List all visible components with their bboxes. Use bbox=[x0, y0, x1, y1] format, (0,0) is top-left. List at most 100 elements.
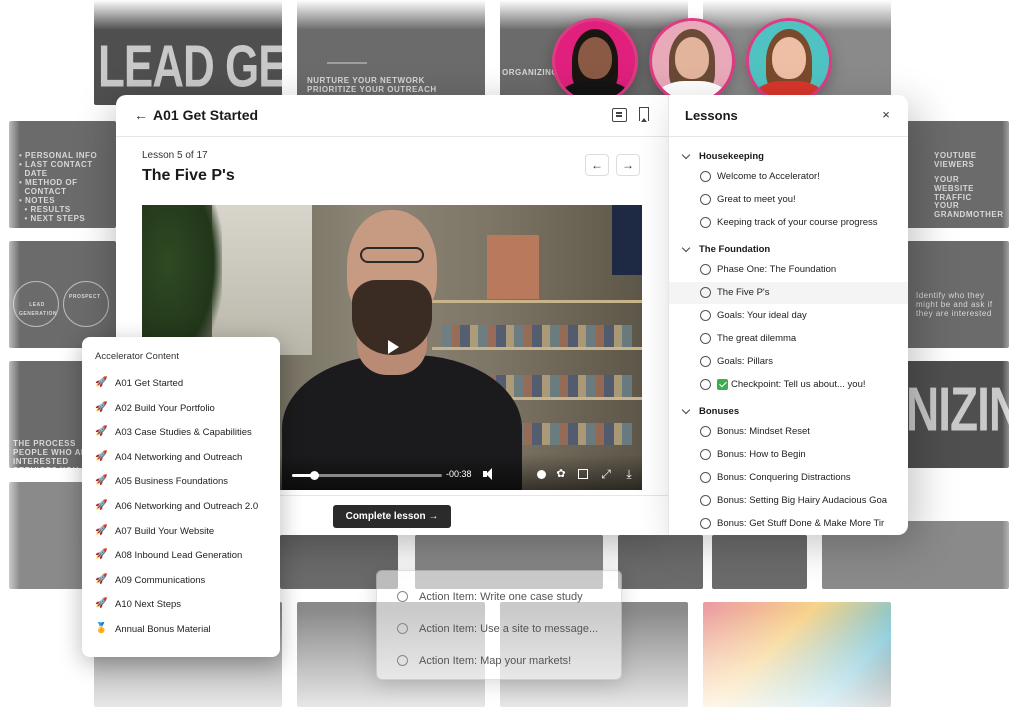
bg-nurture-text: PRIORITIZE YOUR OUTREACH bbox=[307, 85, 437, 94]
previous-lesson-button[interactable]: ← bbox=[585, 154, 609, 176]
lesson-item[interactable]: Bonus: Get Stuff Done & Make More Tir bbox=[669, 513, 908, 535]
bookmark-icon[interactable] bbox=[639, 107, 649, 122]
bg-circle-label: PROSPECT bbox=[69, 294, 101, 300]
time-remaining: -00:38 bbox=[446, 469, 472, 479]
lesson-label: Bonus: Mindset Reset bbox=[717, 426, 810, 437]
module-item[interactable]: 🚀 A07 Build Your Website bbox=[82, 520, 280, 544]
arrow-right-icon: → bbox=[428, 511, 439, 522]
module-item[interactable]: 🚀 A10 Next Steps bbox=[82, 593, 280, 617]
radio-circle-icon bbox=[700, 379, 711, 390]
lessons-header: Lessons × bbox=[669, 95, 908, 137]
lesson-item[interactable]: Phase One: The Foundation bbox=[669, 259, 908, 281]
module-item[interactable]: 🚀 A04 Networking and Outreach bbox=[82, 446, 280, 470]
module-label: A01 Get Started bbox=[115, 378, 184, 389]
module-label: A04 Networking and Outreach bbox=[115, 451, 243, 463]
progress-knob[interactable] bbox=[310, 471, 319, 480]
module-label: A09 Communications bbox=[115, 574, 206, 586]
lesson-item[interactable]: The great dilemma bbox=[669, 328, 908, 350]
action-item-label: Action Item: Use a site to message... bbox=[419, 623, 599, 635]
volume-icon[interactable] bbox=[482, 467, 496, 481]
lesson-label: Keeping track of your course progress bbox=[717, 217, 878, 228]
section-header[interactable]: Bonuses bbox=[669, 401, 908, 423]
lesson-item[interactable]: Great to meet you! bbox=[669, 189, 908, 211]
bg-viewers-text: YOUTUBE VIEWERS bbox=[934, 151, 977, 169]
lesson-item[interactable]: Goals: Pillars bbox=[669, 351, 908, 373]
action-item[interactable]: Action Item: Use a site to message... bbox=[397, 619, 617, 639]
lesson-title: The Five P's bbox=[142, 167, 235, 184]
module-item[interactable]: 🚀 A02 Build Your Portfolio bbox=[82, 397, 280, 421]
radio-circle-icon bbox=[700, 217, 711, 228]
bg-nurture-text: NURTURE YOUR NETWORK bbox=[307, 76, 425, 85]
module-label: A10 Next Steps bbox=[115, 599, 182, 611]
lesson-label: Bonus: Conquering Distractions bbox=[717, 472, 851, 483]
module-label: A05 Business Foundations bbox=[115, 476, 229, 488]
bg-tile: LEAD GENERATION PROSPECT bbox=[9, 241, 116, 348]
module-label: Annual Bonus Material bbox=[115, 624, 211, 635]
lesson-item[interactable]: The Five P's bbox=[669, 282, 908, 304]
radio-circle-icon bbox=[700, 264, 711, 275]
module-item[interactable]: 🚀 A09 Communications bbox=[82, 569, 280, 593]
bg-list: • PERSONAL INFO • LAST CONTACT DATE • ME… bbox=[19, 151, 98, 223]
module-item[interactable]: 🚀 A01 Get Started bbox=[82, 372, 280, 396]
radio-circle-icon bbox=[397, 591, 408, 602]
fullscreen-icon[interactable] bbox=[599, 467, 613, 481]
gear-icon[interactable] bbox=[554, 467, 568, 481]
action-item-label: Action Item: Map your markets! bbox=[419, 655, 572, 667]
download-icon[interactable] bbox=[622, 467, 636, 481]
lesson-label: Welcome to Accelerator! bbox=[717, 171, 820, 182]
play-icon[interactable] bbox=[388, 340, 399, 354]
module-label: A02 Build Your Portfolio bbox=[115, 402, 215, 414]
module-item[interactable]: 🚀 A05 Business Foundations bbox=[82, 470, 280, 494]
lesson-item[interactable]: Bonus: Conquering Distractions bbox=[669, 467, 908, 489]
action-item-label: Action Item: Write one case study bbox=[419, 591, 583, 603]
close-icon[interactable]: × bbox=[879, 108, 893, 122]
rocket-icon: 🚀 bbox=[95, 475, 108, 487]
section-header[interactable]: The Foundation bbox=[669, 239, 908, 261]
module-item[interactable]: 🚀 A08 Inbound Lead Generation bbox=[82, 544, 280, 568]
complete-lesson-button[interactable]: Complete lesson → bbox=[333, 505, 451, 528]
rocket-icon: 🚀 bbox=[95, 401, 108, 413]
section-label: The Foundation bbox=[699, 244, 771, 255]
lesson-item[interactable]: Bonus: Setting Big Hairy Audacious Goa bbox=[669, 490, 908, 512]
action-item[interactable]: Action Item: Map your markets! bbox=[397, 651, 617, 671]
share-icon[interactable] bbox=[578, 469, 588, 479]
checkmark-icon bbox=[717, 379, 728, 390]
section-header[interactable]: Housekeeping bbox=[669, 146, 908, 168]
lesson-item[interactable]: Checkpoint: Tell us about... you! bbox=[669, 374, 908, 396]
lesson-item[interactable]: Bonus: Mindset Reset bbox=[669, 421, 908, 443]
rocket-icon: 🚀 bbox=[95, 573, 108, 585]
module-item[interactable]: 🚀 A03 Case Studies & Capabilities bbox=[82, 421, 280, 445]
bg-tile: YOUTUBE VIEWERS YOUR WEBSITE TRAFFIC YOU… bbox=[906, 121, 1009, 228]
lesson-label: Bonus: Get Stuff Done & Make More Tir bbox=[717, 518, 885, 529]
radio-circle-icon bbox=[700, 449, 711, 460]
module-item[interactable]: 🚀 A06 Networking and Outreach 2.0 bbox=[82, 495, 280, 519]
lesson-count: Lesson 5 of 17 bbox=[142, 150, 208, 161]
bg-tile bbox=[712, 535, 807, 589]
module-item[interactable]: 🏅 Annual Bonus Material bbox=[82, 618, 280, 642]
video-progress-bar[interactable] bbox=[292, 471, 442, 480]
lesson-item[interactable]: Welcome to Accelerator! bbox=[669, 166, 908, 188]
module-label: A08 Inbound Lead Generation bbox=[115, 550, 243, 562]
rocket-icon: 🚀 bbox=[95, 598, 108, 610]
lesson-label: Goals: Your ideal day bbox=[717, 310, 807, 321]
next-lesson-button[interactable]: → bbox=[616, 154, 640, 176]
lesson-item[interactable]: Bonus: How to Begin bbox=[669, 444, 908, 466]
notes-icon[interactable] bbox=[612, 108, 627, 122]
bg-tile: NIZING bbox=[906, 361, 1009, 468]
back-arrow-icon[interactable]: ← bbox=[134, 107, 150, 123]
lesson-item[interactable]: Goals: Your ideal day bbox=[669, 305, 908, 327]
chevron-down-icon bbox=[681, 243, 691, 253]
lesson-label: Bonus: Setting Big Hairy Audacious Goa bbox=[717, 495, 888, 506]
chevron-down-icon bbox=[681, 150, 691, 160]
radio-circle-icon bbox=[397, 655, 408, 666]
radio-circle-icon bbox=[700, 333, 711, 344]
chevron-down-icon bbox=[681, 405, 691, 415]
module-label: A06 Networking and Outreach 2.0 bbox=[115, 501, 259, 512]
lesson-label: Checkpoint: Tell us about... you! bbox=[731, 379, 866, 390]
caption-dot-icon[interactable] bbox=[537, 470, 546, 479]
action-item[interactable]: Action Item: Write one case study bbox=[397, 587, 617, 607]
lesson-item[interactable]: Keeping track of your course progress bbox=[669, 212, 908, 234]
bg-tile: Identify who they might be and ask if th… bbox=[906, 241, 1009, 348]
bg-tile: • PERSONAL INFO • LAST CONTACT DATE • ME… bbox=[9, 121, 116, 228]
module-label: A03 Case Studies & Capabilities bbox=[115, 427, 252, 439]
